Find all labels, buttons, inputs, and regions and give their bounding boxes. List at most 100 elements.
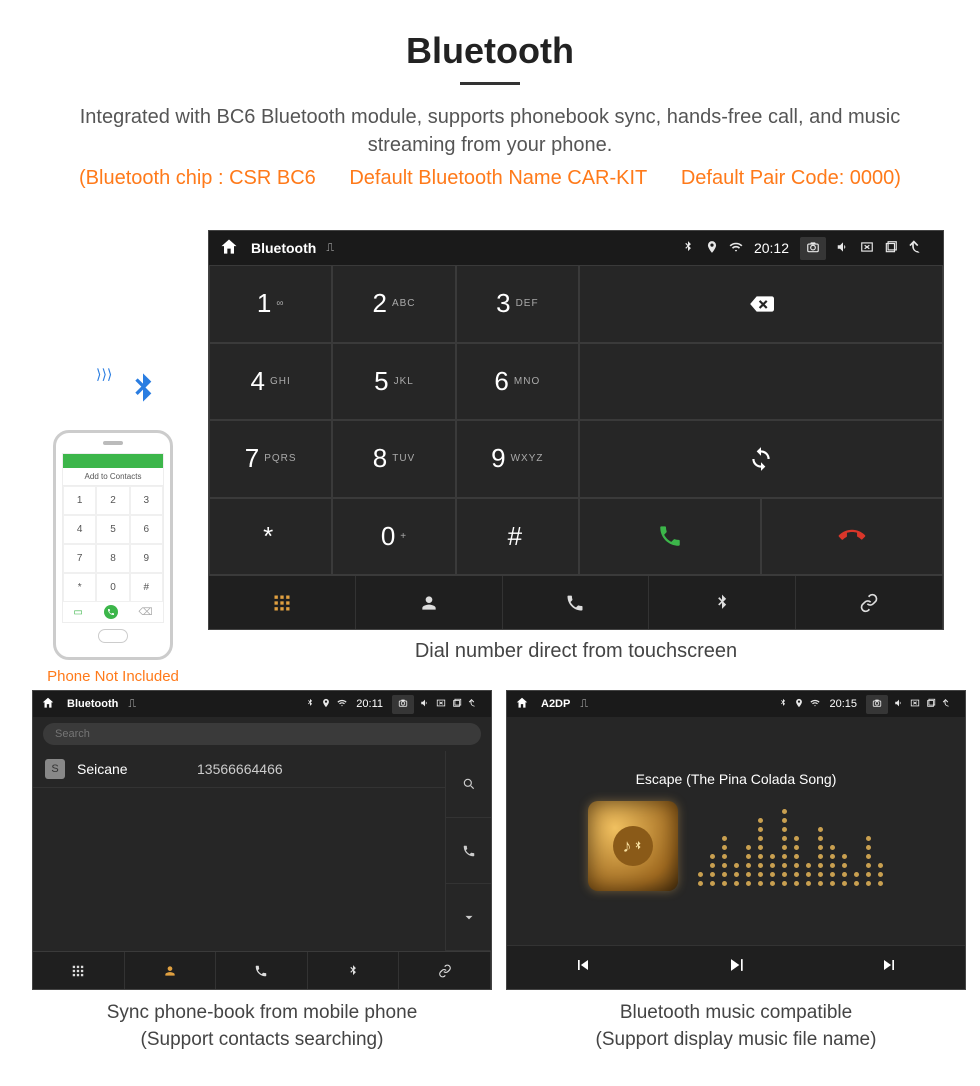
volume-icon[interactable] xyxy=(894,698,904,711)
tab-contacts[interactable] xyxy=(356,576,503,629)
add-to-contacts-label: Add to Contacts xyxy=(63,468,163,486)
tab-bluetooth[interactable] xyxy=(649,576,796,629)
phone-call-icon xyxy=(104,605,118,619)
play-pause-button[interactable] xyxy=(726,955,746,981)
location-icon xyxy=(794,698,804,711)
dial-key-1[interactable]: 1∞ xyxy=(209,265,332,343)
statusbar-clock: 20:15 xyxy=(829,698,857,710)
statusbar-title: Bluetooth xyxy=(67,698,118,710)
bluetooth-icon xyxy=(305,698,315,711)
contact-list: S Seicane13566664466 xyxy=(33,751,445,951)
side-call-button[interactable] xyxy=(445,818,491,885)
phone-illustration: ⟩⟩⟩ Add to Contacts 123456789*0# ▭ ⌫ Pho… xyxy=(38,370,188,685)
tab-call-log[interactable] xyxy=(216,952,308,989)
backspace-button[interactable] xyxy=(579,265,943,343)
search-input[interactable] xyxy=(43,723,481,745)
tab-pair[interactable] xyxy=(796,576,943,629)
phone-dialpad: 123456789*0# xyxy=(63,486,163,602)
equalizer-visual xyxy=(698,806,884,886)
music-controls xyxy=(507,945,965,989)
page-description: Integrated with BC6 Bluetooth module, su… xyxy=(0,103,980,159)
phone-key: 4 xyxy=(63,515,96,544)
home-icon[interactable] xyxy=(219,237,239,260)
phone-key: 7 xyxy=(63,544,96,573)
bt-specs: (Bluetooth chip : CSR BC6 Default Blueto… xyxy=(0,167,980,190)
dial-key-#[interactable]: # xyxy=(456,498,579,576)
home-icon[interactable] xyxy=(515,696,529,713)
dial-key-4[interactable]: 4GHI xyxy=(209,343,332,421)
dial-key-7[interactable]: 7PQRS xyxy=(209,420,332,498)
home-icon[interactable] xyxy=(41,696,55,713)
dial-key-2[interactable]: 2ABC xyxy=(332,265,455,343)
statusbar-clock: 20:12 xyxy=(754,240,789,256)
title-underline xyxy=(460,82,520,85)
phone-backspace-icon: ⌫ xyxy=(138,607,152,618)
dial-key-3[interactable]: 3DEF xyxy=(456,265,579,343)
tab-dialpad[interactable] xyxy=(209,576,356,629)
call-button[interactable] xyxy=(579,498,761,576)
recent-apps-icon[interactable] xyxy=(884,240,898,257)
location-icon xyxy=(705,240,719,257)
smartphone-mock: Add to Contacts 123456789*0# ▭ ⌫ xyxy=(53,430,173,660)
bluetooth-broadcast-icon: ⟩⟩⟩ xyxy=(68,370,218,420)
location-icon xyxy=(321,698,331,711)
dial-key-8[interactable]: 8TUV xyxy=(332,420,455,498)
music-screenshot: A2DP ⎍ 20:15 Escape (The Pina Colada Son… xyxy=(506,690,966,990)
contact-avatar: S xyxy=(45,759,65,779)
recent-apps-icon[interactable] xyxy=(452,698,462,711)
tab-dialpad[interactable] xyxy=(33,952,125,989)
phone-voicemail-icon: ▭ xyxy=(73,607,82,618)
camera-icon[interactable] xyxy=(392,695,414,714)
contact-row[interactable]: S Seicane13566664466 xyxy=(33,751,445,788)
end-call-button[interactable] xyxy=(761,498,943,576)
bluetooth-icon xyxy=(778,698,788,711)
usb-icon: ⎍ xyxy=(326,242,334,255)
sync-button[interactable] xyxy=(579,420,943,498)
dialer-caption: Dial number direct from touchscreen xyxy=(208,640,944,663)
contact-number: 13566664466 xyxy=(197,761,283,777)
contacts-statusbar: Bluetooth ⎍ 20:11 xyxy=(33,691,491,717)
statusbar-clock: 20:11 xyxy=(356,698,383,710)
phone-key: 2 xyxy=(96,486,129,515)
phone-key: 1 xyxy=(63,486,96,515)
volume-icon[interactable] xyxy=(420,698,430,711)
prev-track-button[interactable] xyxy=(573,955,593,981)
contacts-caption: Sync phone-book from mobile phone (Suppo… xyxy=(32,1000,492,1053)
back-icon[interactable] xyxy=(468,697,480,712)
camera-icon[interactable] xyxy=(800,237,826,260)
music-statusbar: A2DP ⎍ 20:15 xyxy=(507,691,965,717)
next-track-button[interactable] xyxy=(879,955,899,981)
dial-key-6[interactable]: 6MNO xyxy=(456,343,579,421)
close-app-icon[interactable] xyxy=(860,240,874,257)
empty-slot xyxy=(579,343,943,421)
side-download-button[interactable] xyxy=(445,884,491,951)
tab-bluetooth[interactable] xyxy=(308,952,400,989)
back-icon[interactable] xyxy=(942,697,954,712)
tab-contacts[interactable] xyxy=(125,952,217,989)
usb-icon: ⎍ xyxy=(580,698,588,711)
dial-key-*[interactable]: * xyxy=(209,498,332,576)
close-app-icon[interactable] xyxy=(436,698,446,711)
tab-call-log[interactable] xyxy=(503,576,650,629)
recent-apps-icon[interactable] xyxy=(926,698,936,711)
music-note-icon: ♪ xyxy=(613,826,653,866)
spec-chip: (Bluetooth chip : CSR BC6 xyxy=(79,167,316,189)
wifi-icon xyxy=(337,698,347,711)
dialer-screenshot: Bluetooth ⎍ 20:12 1∞2ABC3DEF4GHI5JKL6MNO… xyxy=(208,230,944,630)
volume-icon[interactable] xyxy=(836,240,850,257)
dial-key-0[interactable]: 0+ xyxy=(332,498,455,576)
side-search-button[interactable] xyxy=(445,751,491,818)
dial-key-9[interactable]: 9WXYZ xyxy=(456,420,579,498)
phone-key: 0 xyxy=(96,573,129,602)
page-title: Bluetooth xyxy=(0,30,980,72)
spec-default-name: Default Bluetooth Name CAR-KIT xyxy=(349,167,647,189)
contact-name: Seicane xyxy=(77,761,197,777)
dialer-tabs xyxy=(209,575,943,629)
phone-caption: Phone Not Included xyxy=(38,668,188,685)
camera-icon[interactable] xyxy=(866,695,888,714)
close-app-icon[interactable] xyxy=(910,698,920,711)
dial-key-5[interactable]: 5JKL xyxy=(332,343,455,421)
back-icon[interactable] xyxy=(908,237,928,260)
wifi-icon xyxy=(810,698,820,711)
tab-pair[interactable] xyxy=(399,952,491,989)
